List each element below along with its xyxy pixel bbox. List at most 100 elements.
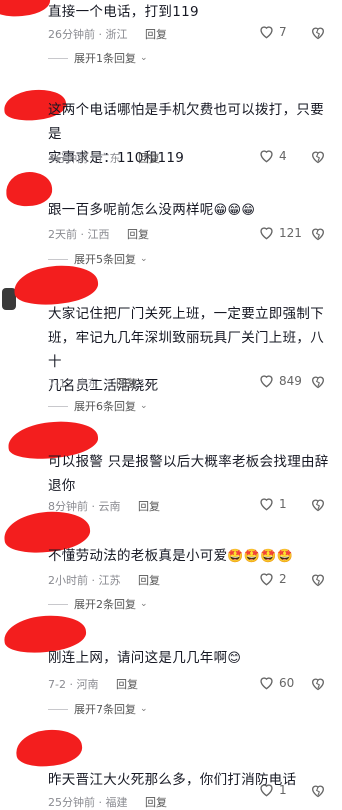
heart-outline-icon [260,784,273,797]
broken-heart-icon [311,228,325,241]
heart-outline-icon [260,150,273,163]
dislike-button[interactable] [310,676,326,695]
heart-outline-icon [260,375,273,388]
expand-replies-button[interactable]: 展开6条回复 ⌄ [48,398,148,414]
comment-text: 跟一百多呢前怎么没两样呢😁😁😁 [48,198,330,223]
like-count: 4 [279,148,287,163]
comment-item: 大家记住把厂门关死上班，一定要立即强制下 班，牢记九几年深圳致丽玩具厂关门上班，… [0,261,342,414]
heart-outline-icon [260,573,273,586]
dislike-button[interactable] [310,226,326,245]
broken-heart-icon [311,151,325,164]
dislike-button[interactable] [310,374,326,393]
like-count: 1 [279,782,287,797]
comment-text-line: 这两个电话哪怕是手机欠费也可以拨打，只要是 [48,102,324,142]
reply-button[interactable]: 回复 [138,574,160,587]
like-button[interactable]: 1 [258,496,287,511]
comment-time-location: 25分钟前 · 福建 [48,796,128,809]
expand-replies-button[interactable]: 展开5条回复 ⌄ [48,251,148,267]
like-count: 1 [279,496,287,511]
comment-meta: 4分钟前 · 广东 回复 [48,150,160,166]
comment-text: 可以报警 只是报警以后大概率老板会找理由辞 退你 [48,450,330,498]
expand-replies-label: 展开6条回复 [74,400,136,413]
broken-heart-icon [311,27,325,40]
comment-text: 刚连上网，请问这是几几年啊😊 [48,646,330,671]
comment-time-location: 2天前 · 江西 [48,228,110,241]
like-button[interactable]: 7 [258,24,287,39]
reply-button[interactable]: 回复 [145,796,167,809]
expand-divider [48,258,68,260]
comment-item: 跟一百多呢前怎么没两样呢😁😁😁 2天前 · 江西 回复 121 展开5条回复 ⌄ [0,169,342,268]
comment-meta: 25分钟前 · 福建 回复 [48,794,167,810]
dislike-button[interactable] [310,572,326,591]
broken-heart-icon [311,678,325,691]
heart-outline-icon [260,26,273,39]
like-count: 849 [279,373,302,388]
comment-time-location: 7-2 · 河南 [48,678,99,691]
reply-button[interactable]: 回复 [145,28,167,41]
comment-time-location: 26分钟前 · 浙江 [48,28,128,41]
expand-replies-button[interactable]: 展开7条回复 ⌄ [48,701,148,717]
comment-text-body: 跟一百多呢前怎么没两样呢 [48,202,214,218]
emoji-starstruck-icon: 🤩🤩🤩🤩 [227,549,294,564]
avatar-redaction [0,0,52,19]
like-button[interactable]: 849 [258,373,302,388]
expand-replies-button[interactable]: 展开2条回复 ⌄ [48,596,148,612]
comment-text-body: 刚连上网，请问这是几几年啊 [48,650,228,666]
emoji-smile-icon: 😊 [227,651,242,666]
like-count: 121 [279,225,302,240]
comment-time-location: 7-1 · 广东 [48,377,99,390]
comment-meta: 7-1 · 广东 回复 [48,375,138,391]
expand-replies-label: 展开1条回复 [74,52,136,65]
expand-replies-label: 展开7条回复 [74,703,136,716]
comment-item: 昨天晋江大火死那么多，你们打消防电话 25分钟前 · 福建 回复 1 [0,726,342,809]
like-button[interactable]: 4 [258,148,287,163]
like-count: 7 [279,24,287,39]
expand-divider [48,708,68,710]
avatar-redaction [14,726,84,770]
expand-replies-button[interactable]: 展开1条回复 ⌄ [48,50,148,66]
dislike-button[interactable] [310,783,326,802]
expand-divider [48,603,68,605]
expand-replies-label: 展开2条回复 [74,598,136,611]
comment-meta: 26分钟前 · 浙江 回复 [48,26,167,42]
comment-time-location: 2小时前 · 江苏 [48,574,121,587]
like-count: 2 [279,571,287,586]
reply-button[interactable]: 回复 [127,228,149,241]
comment-text-line: 大家记住把厂门关死上班，一定要立即强制下 [48,306,324,322]
comment-text: 不懂劳动法的老板真是小可爱🤩🤩🤩🤩 [48,544,330,569]
chevron-down-icon: ⌄ [140,599,148,609]
comment-text: 直接一个电话，打到119 [48,4,199,20]
like-button[interactable]: 2 [258,571,287,586]
like-button[interactable]: 121 [258,225,302,240]
comment-item: 刚连上网，请问这是几几年啊😊 7-2 · 河南 回复 60 展开7条回复 ⌄ [0,611,342,726]
reply-button[interactable]: 回复 [138,500,160,513]
broken-heart-icon [311,499,325,512]
comment-text-line: 退你 [48,478,76,494]
broken-heart-icon [311,574,325,587]
comment-item: 直接一个电话，打到119 26分钟前 · 浙江 回复 7 展开1条回复 ⌄ [0,0,342,75]
comment-meta: 2小时前 · 江苏 回复 [48,572,160,588]
reply-button[interactable]: 回复 [116,678,138,691]
heart-outline-icon [260,677,273,690]
reply-button[interactable]: 回复 [116,377,138,390]
expand-divider [48,405,68,407]
heart-outline-icon [260,227,273,240]
reply-button[interactable]: 回复 [138,152,160,165]
chevron-down-icon: ⌄ [140,254,148,264]
comment-meta: 7-2 · 河南 回复 [48,676,138,692]
like-button[interactable]: 60 [258,675,294,690]
heart-outline-icon [260,498,273,511]
comment-text: 昨天晋江大火死那么多，你们打消防电话 [48,772,297,788]
comment-text-line: 班，牢记九几年深圳致丽玩具厂关门上班，八十 [48,330,324,370]
comment-time-location: 4分钟前 · 广东 [48,152,121,165]
expand-replies-label: 展开5条回复 [74,253,136,266]
expand-divider [48,57,68,59]
like-button[interactable]: 1 [258,782,287,797]
like-count: 60 [279,675,295,690]
broken-heart-icon [311,376,325,389]
dislike-button[interactable] [310,149,326,168]
broken-heart-icon [311,785,325,798]
dislike-button[interactable] [310,497,326,516]
emoji-grin-icon: 😁😁😁 [213,203,256,218]
dislike-button[interactable] [310,25,326,44]
